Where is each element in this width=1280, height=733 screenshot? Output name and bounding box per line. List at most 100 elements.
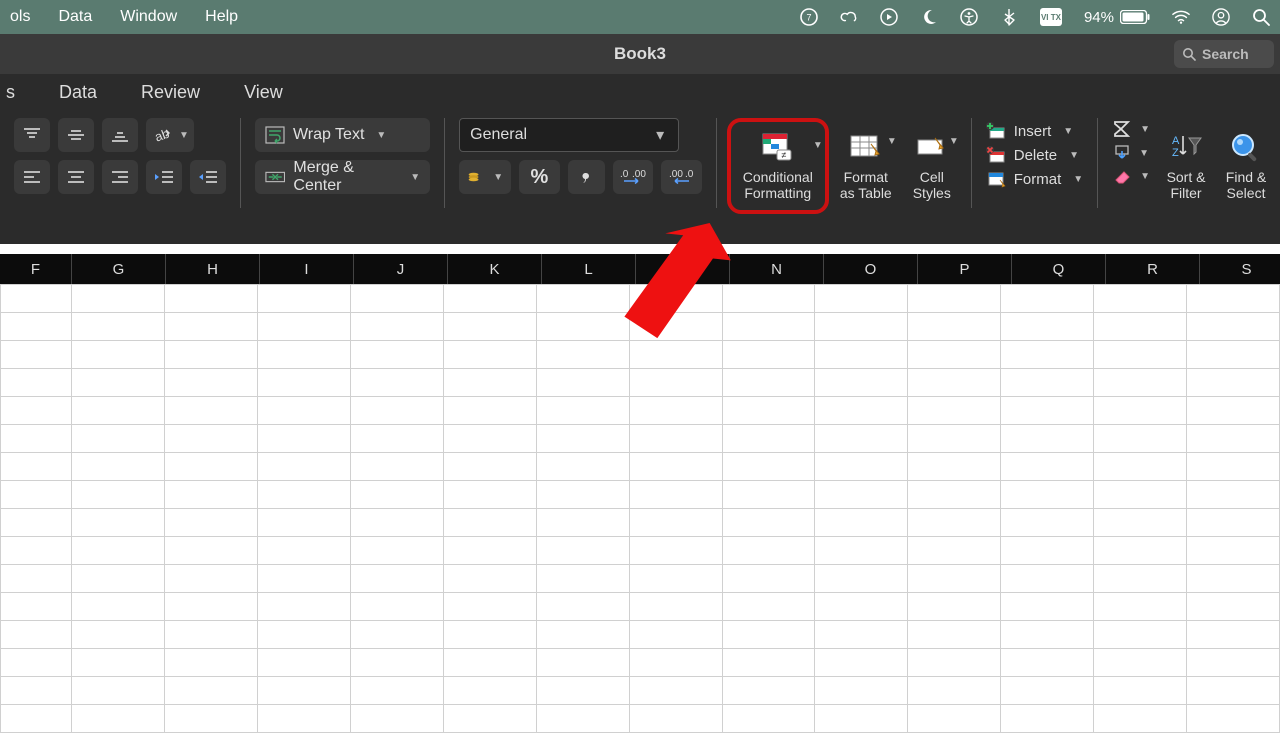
- cell[interactable]: [72, 285, 165, 313]
- menu-data[interactable]: Data: [58, 8, 92, 26]
- cell[interactable]: [257, 705, 350, 733]
- cell[interactable]: [1094, 369, 1187, 397]
- cell[interactable]: [815, 621, 908, 649]
- cell[interactable]: [72, 621, 165, 649]
- cell[interactable]: [629, 537, 722, 565]
- cell[interactable]: [443, 369, 536, 397]
- cell[interactable]: [1187, 537, 1280, 565]
- cell[interactable]: [1187, 677, 1280, 705]
- cell[interactable]: [1094, 285, 1187, 313]
- cell[interactable]: [1, 425, 72, 453]
- cell[interactable]: [815, 649, 908, 677]
- cell[interactable]: [165, 705, 258, 733]
- cell[interactable]: [722, 453, 815, 481]
- cell[interactable]: [1, 537, 72, 565]
- tell-me-search[interactable]: Search: [1174, 40, 1274, 68]
- cell[interactable]: [165, 341, 258, 369]
- cell[interactable]: [1094, 341, 1187, 369]
- cell[interactable]: [629, 509, 722, 537]
- cell[interactable]: [629, 565, 722, 593]
- cell[interactable]: [443, 565, 536, 593]
- cell[interactable]: [257, 481, 350, 509]
- cell[interactable]: [350, 313, 443, 341]
- cell[interactable]: [72, 341, 165, 369]
- cell[interactable]: [165, 649, 258, 677]
- cell[interactable]: [72, 593, 165, 621]
- cell[interactable]: [815, 593, 908, 621]
- align-left-button[interactable]: [14, 160, 50, 194]
- cell[interactable]: [629, 285, 722, 313]
- format-as-table-button[interactable]: ▼ Format as Table: [833, 118, 899, 214]
- cell[interactable]: [257, 565, 350, 593]
- cell[interactable]: [1094, 565, 1187, 593]
- cell[interactable]: [722, 425, 815, 453]
- cell[interactable]: [72, 425, 165, 453]
- cell[interactable]: [722, 285, 815, 313]
- cell[interactable]: [1094, 621, 1187, 649]
- cell[interactable]: [257, 509, 350, 537]
- cell[interactable]: [72, 537, 165, 565]
- column-header[interactable]: G: [72, 254, 166, 284]
- cell[interactable]: [443, 397, 536, 425]
- cell[interactable]: [165, 425, 258, 453]
- align-center-button[interactable]: [58, 160, 94, 194]
- cell[interactable]: [1187, 705, 1280, 733]
- cell[interactable]: [443, 537, 536, 565]
- cell[interactable]: [536, 705, 629, 733]
- autosum-button[interactable]: ▼: [1112, 120, 1150, 138]
- tab-formulas[interactable]: s: [0, 76, 19, 109]
- percent-style-button[interactable]: %: [519, 160, 560, 194]
- cell[interactable]: [350, 369, 443, 397]
- cell[interactable]: [908, 341, 1001, 369]
- cell[interactable]: [536, 453, 629, 481]
- column-header[interactable]: K: [448, 254, 542, 284]
- cell[interactable]: [350, 453, 443, 481]
- cell[interactable]: [1001, 565, 1094, 593]
- cell[interactable]: [1094, 453, 1187, 481]
- cell[interactable]: [908, 565, 1001, 593]
- cell[interactable]: [536, 313, 629, 341]
- cell[interactable]: [1001, 285, 1094, 313]
- accounting-format-button[interactable]: ▼: [459, 160, 511, 194]
- cell[interactable]: [908, 649, 1001, 677]
- align-right-button[interactable]: [102, 160, 138, 194]
- cell[interactable]: [815, 397, 908, 425]
- cell[interactable]: [72, 369, 165, 397]
- cell[interactable]: [1187, 593, 1280, 621]
- cell[interactable]: [908, 397, 1001, 425]
- cell[interactable]: [722, 565, 815, 593]
- cell[interactable]: [908, 593, 1001, 621]
- cell[interactable]: [257, 369, 350, 397]
- cell[interactable]: [257, 677, 350, 705]
- cell[interactable]: [722, 649, 815, 677]
- cell[interactable]: [908, 425, 1001, 453]
- cell[interactable]: [257, 285, 350, 313]
- cell[interactable]: [350, 677, 443, 705]
- cell[interactable]: [536, 649, 629, 677]
- cell[interactable]: [629, 621, 722, 649]
- cell[interactable]: [443, 649, 536, 677]
- column-header[interactable]: M: [636, 254, 730, 284]
- moon-icon[interactable]: [920, 8, 938, 26]
- cell[interactable]: [1094, 705, 1187, 733]
- cell[interactable]: [815, 677, 908, 705]
- cell[interactable]: [536, 481, 629, 509]
- column-header[interactable]: J: [354, 254, 448, 284]
- cell[interactable]: [908, 537, 1001, 565]
- cell[interactable]: [629, 481, 722, 509]
- column-header[interactable]: P: [918, 254, 1012, 284]
- cell[interactable]: [536, 369, 629, 397]
- cell[interactable]: [815, 705, 908, 733]
- cell[interactable]: [72, 397, 165, 425]
- cell[interactable]: [908, 481, 1001, 509]
- tab-view[interactable]: View: [240, 76, 287, 109]
- cell[interactable]: [1094, 677, 1187, 705]
- cell[interactable]: [722, 313, 815, 341]
- cell[interactable]: [72, 481, 165, 509]
- cell[interactable]: [815, 509, 908, 537]
- cell[interactable]: [815, 425, 908, 453]
- cell[interactable]: [165, 677, 258, 705]
- cell[interactable]: [443, 313, 536, 341]
- cell[interactable]: [629, 649, 722, 677]
- cell[interactable]: [815, 453, 908, 481]
